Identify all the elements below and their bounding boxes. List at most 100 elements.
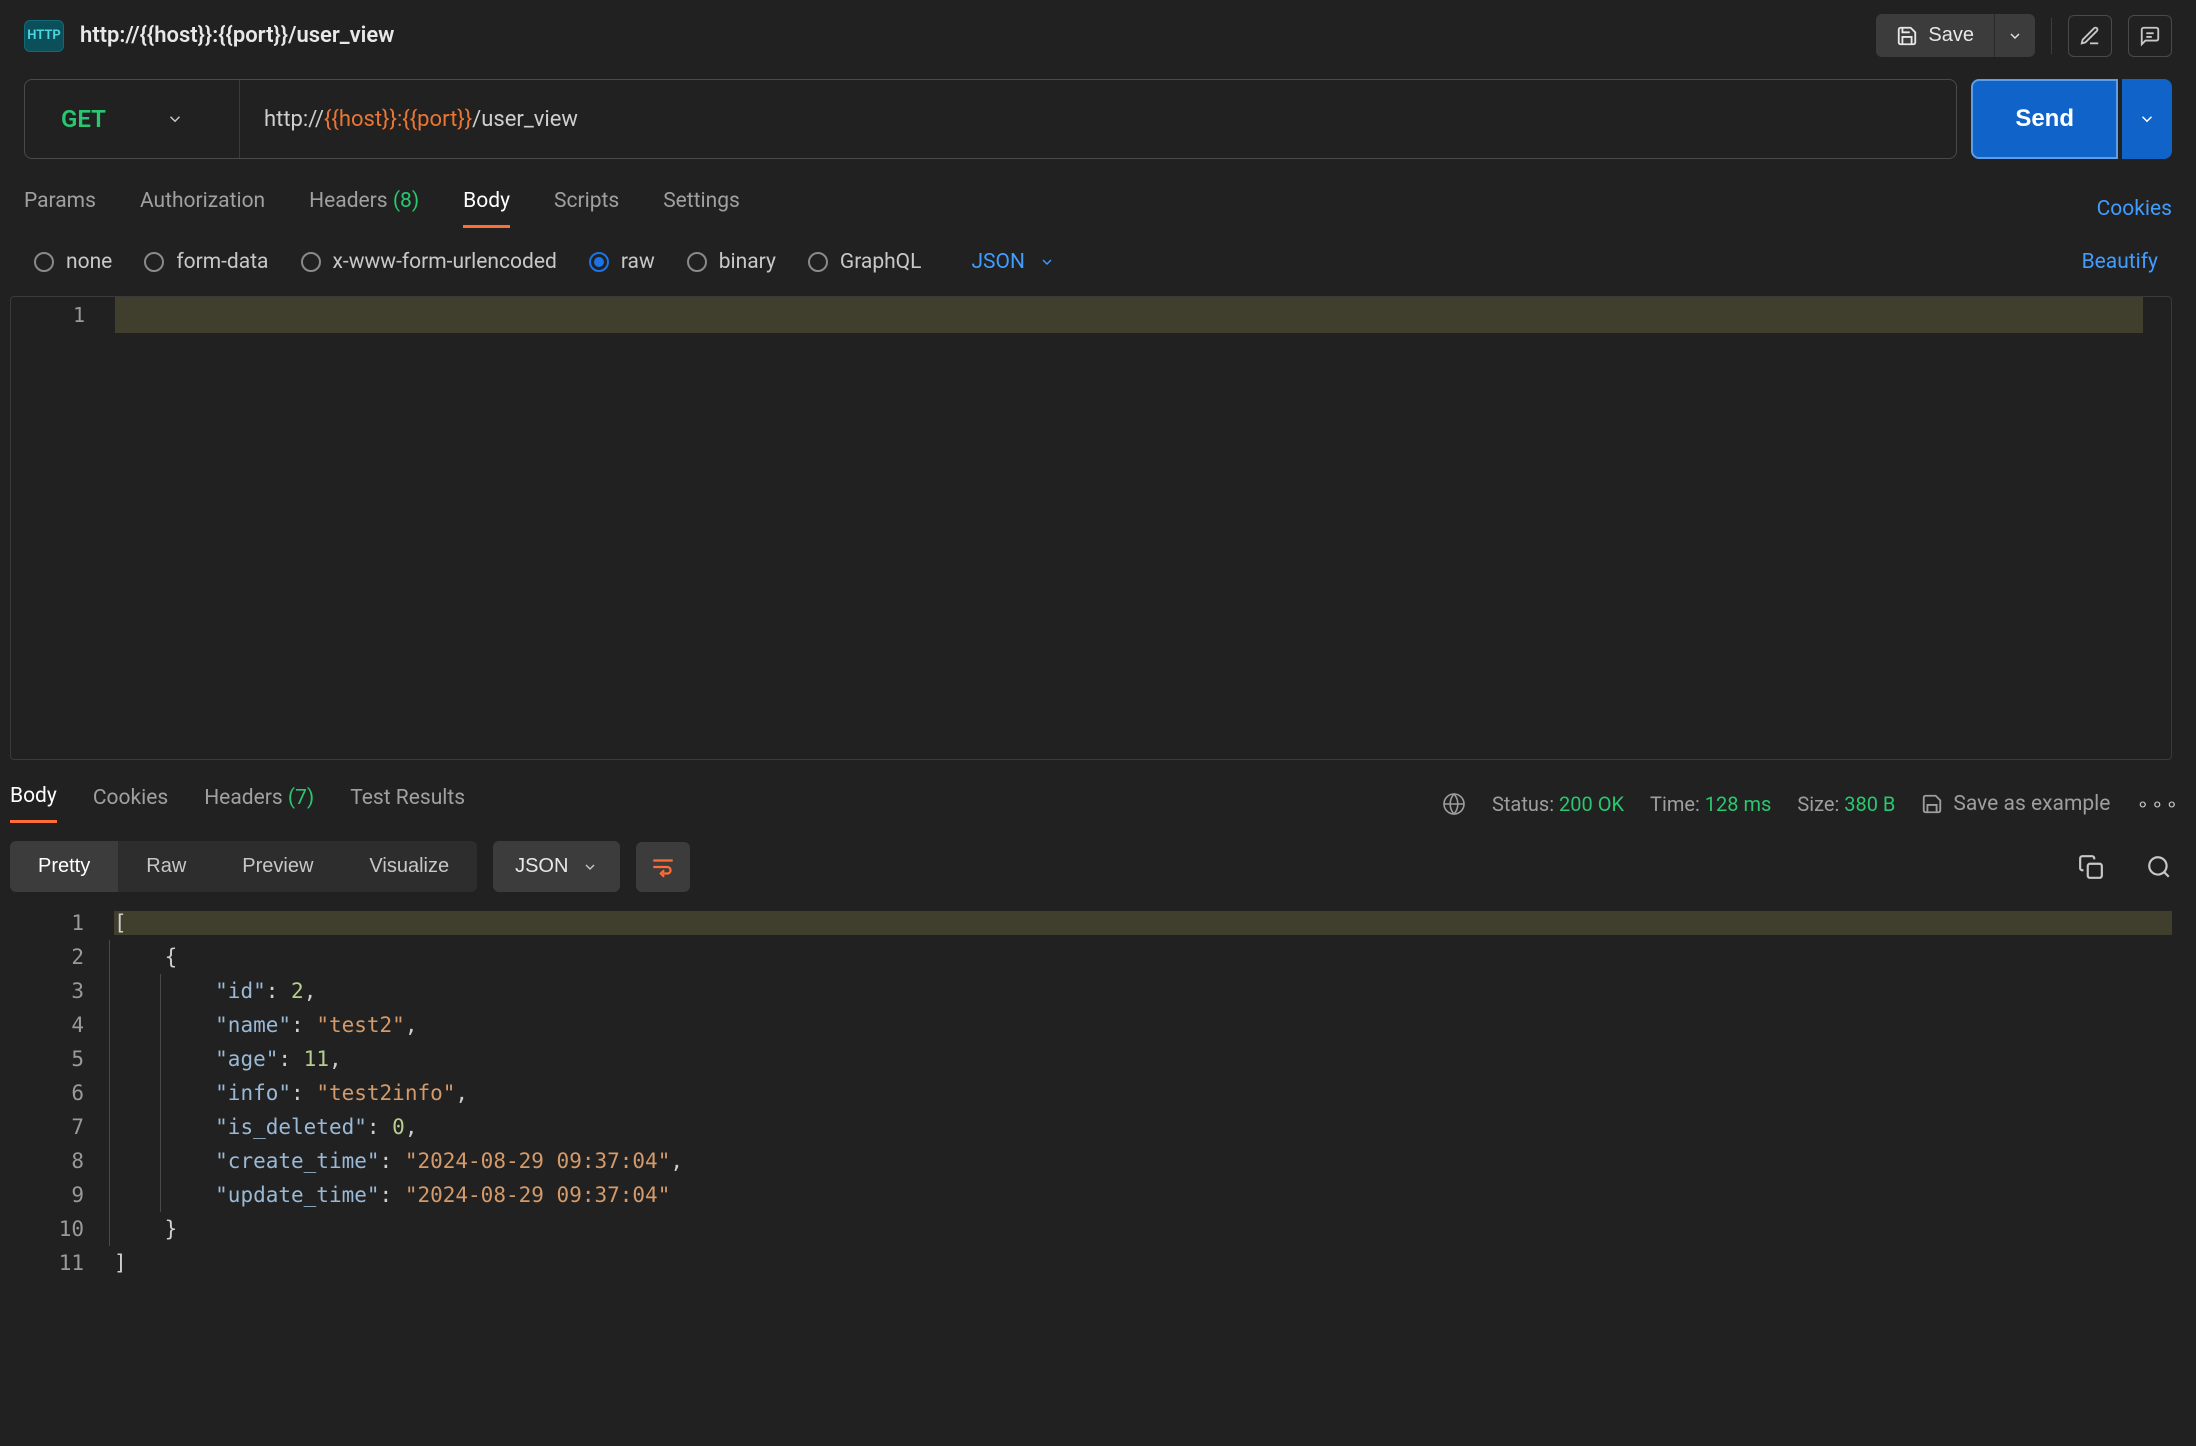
search-icon [2146,854,2172,880]
url-bar: GET http://{{host}}:{{port}}/user_view [24,79,1957,159]
active-line-highlight [115,297,2143,333]
request-breadcrumb: http://{{host}}:{{port}}/user_view [80,23,394,48]
send-button[interactable]: Send [1971,79,2118,159]
code-line: 9 "update_time": "2024-08-29 09:37:04" [10,1178,2172,1212]
sep: : [380,1149,405,1173]
status-label: Status: [1492,792,1554,816]
edit-button[interactable] [2068,15,2112,57]
indent [114,945,165,969]
body-radio-raw[interactable]: raw [589,250,655,274]
json-value: 0 [392,1115,405,1139]
response-tab-body[interactable]: Body [10,784,57,823]
cookies-link[interactable]: Cookies [2097,197,2172,221]
line-number: 6 [10,1081,114,1105]
json-value: 11 [304,1047,329,1071]
body-radio-form-data[interactable]: form-data [144,250,268,274]
comma: , [405,1013,418,1037]
search-response-button[interactable] [2146,854,2172,880]
request-body-editor[interactable]: 1 [10,296,2172,760]
more-options-button[interactable]: ∘∘∘ [2136,792,2180,816]
json-key: "info" [215,1081,291,1105]
status-meta: Status: 200 OK [1492,792,1624,816]
radio-label: raw [621,250,655,274]
response-format-select[interactable]: JSON [493,841,620,892]
response-tab-cookies[interactable]: Cookies [93,786,168,822]
comments-button[interactable] [2128,15,2172,57]
body-radio-graphql[interactable]: GraphQL [808,250,922,274]
json-value: "test2info" [316,1081,455,1105]
tab-body[interactable]: Body [463,189,510,228]
json-value: "2024-08-29 09:37:04" [405,1183,671,1207]
view-mode-pretty[interactable]: Pretty [10,841,118,892]
url-prefix: http:// [264,107,324,132]
url-input[interactable]: http://{{host}}:{{port}}/user_view [240,107,1956,132]
url-path: /user_view [472,107,578,132]
response-format-label: JSON [515,855,568,878]
line-number: 1 [10,911,114,935]
save-button[interactable]: Save [1876,14,1994,57]
line-number: 1 [11,303,85,327]
code-line: 2 { [10,940,2172,974]
copy-response-button[interactable] [2078,854,2104,880]
size-meta: Size: 380 B [1797,792,1895,816]
json-key: "update_time" [215,1183,379,1207]
view-mode-raw[interactable]: Raw [118,841,214,892]
response-tab-test-results[interactable]: Test Results [350,786,465,822]
response-body-editor[interactable]: 1 [ 2 { 3 "id": 2, 4 "name": "test2", 5 … [10,906,2172,1280]
comma: , [455,1081,468,1105]
save-dropdown-button[interactable] [1994,14,2035,57]
chevron-down-icon [2007,28,2023,44]
method-select[interactable]: GET [25,80,240,158]
url-port-template: {{port}} [402,107,472,132]
json-key: "id" [215,979,266,1003]
response-tab-headers[interactable]: Headers (7) [204,786,314,822]
radio-label: form-data [176,250,268,274]
comment-icon [2139,25,2161,47]
sep: : [291,1013,316,1037]
tab-headers[interactable]: Headers (8) [309,189,419,228]
comma: , [405,1115,418,1139]
json-key: "name" [215,1013,291,1037]
save-as-example-button[interactable]: Save as example [1921,792,2110,816]
beautify-link[interactable]: Beautify [2082,250,2172,274]
view-mode-visualize[interactable]: Visualize [341,841,477,892]
line-number: 7 [10,1115,114,1139]
globe-icon[interactable] [1442,792,1466,816]
save-button-group: Save [1876,14,2035,57]
radio-icon [589,252,609,272]
method-label: GET [61,105,106,133]
tab-scripts[interactable]: Scripts [554,189,619,228]
body-radio-binary[interactable]: binary [687,250,776,274]
body-radio-xwww[interactable]: x-www-form-urlencoded [301,250,557,274]
code-line: 7 "is_deleted": 0, [10,1110,2172,1144]
size-value: 380 B [1844,792,1895,816]
body-format-select[interactable]: JSON [971,250,1054,274]
save-icon [1896,25,1918,47]
chevron-down-icon [166,110,184,128]
code-line: 8 "create_time": "2024-08-29 09:37:04", [10,1144,2172,1178]
body-radio-none[interactable]: none [34,250,112,274]
time-value: 128 ms [1705,792,1772,816]
json-key: "create_time" [215,1149,379,1173]
radio-icon [34,252,54,272]
code-token: { [165,945,178,969]
indent [114,1217,165,1241]
response-tab-headers-label: Headers [204,786,282,810]
sep: : [291,1081,316,1105]
radio-label: GraphQL [840,250,922,274]
response-view-mode-group: Pretty Raw Preview Visualize [10,841,477,892]
line-number: 9 [10,1183,114,1207]
tab-settings[interactable]: Settings [663,189,740,228]
editor-gutter: 1 [11,297,115,327]
view-mode-preview[interactable]: Preview [214,841,341,892]
tab-authorization[interactable]: Authorization [140,189,265,228]
wrap-lines-button[interactable] [636,842,690,892]
line-number: 11 [10,1251,114,1275]
comma: , [670,1149,683,1173]
line-number: 5 [10,1047,114,1071]
radio-icon [301,252,321,272]
tab-params[interactable]: Params [24,189,96,228]
send-dropdown-button[interactable] [2122,79,2172,159]
radio-label: binary [719,250,776,274]
code-line: 10 } [10,1212,2172,1246]
